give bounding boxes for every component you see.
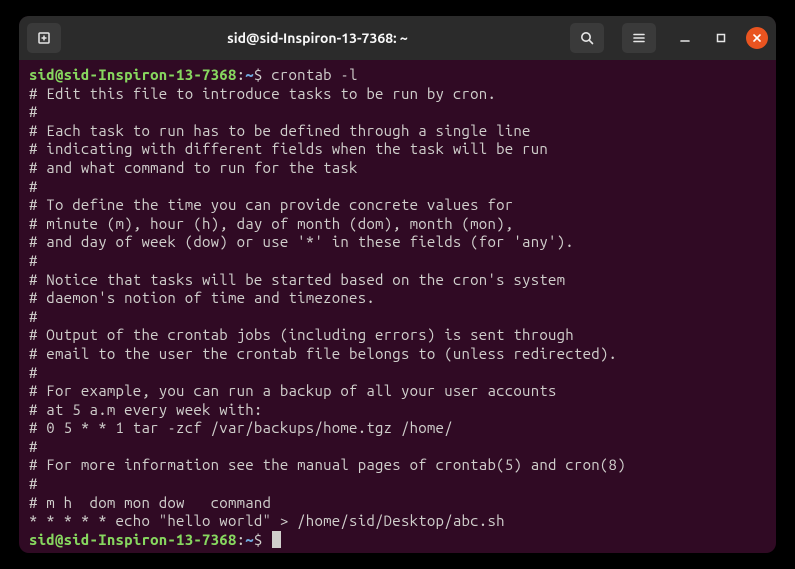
terminal-window: sid@sid-Inspiron-13-7368: ~ <box>19 16 776 553</box>
output-line: # <box>29 103 38 120</box>
prompt-line-1: sid@sid-Inspiron-13-7368:~$ crontab -l <box>29 66 358 83</box>
new-tab-button[interactable] <box>27 23 61 53</box>
close-icon <box>752 33 762 43</box>
output-line: # For more information see the manual pa… <box>29 456 626 473</box>
titlebar: sid@sid-Inspiron-13-7368: ~ <box>19 16 776 60</box>
output-line: # at 5 a.m every week with: <box>29 401 263 418</box>
output-line: # <box>29 475 38 492</box>
prompt-dollar: $ <box>254 531 263 548</box>
output-line: # minute (m), hour (h), day of month (do… <box>29 215 513 232</box>
search-button[interactable] <box>570 23 604 53</box>
prompt-sep: : <box>237 531 246 548</box>
output-line: # <box>29 364 38 381</box>
output-line: # <box>29 178 38 195</box>
output-line: # email to the user the crontab file bel… <box>29 345 617 362</box>
output-line: # Each task to run has to be defined thr… <box>29 122 531 139</box>
output-line: # <box>29 252 38 269</box>
maximize-button[interactable] <box>710 27 732 49</box>
window-title: sid@sid-Inspiron-13-7368: ~ <box>65 30 570 46</box>
output-line: # m h dom mon dow command <box>29 494 271 511</box>
close-button[interactable] <box>746 27 768 49</box>
titlebar-right <box>570 23 768 53</box>
output-line: * * * * * echo "hello world" > /home/sid… <box>29 512 505 529</box>
prompt-line-2: sid@sid-Inspiron-13-7368:~$ <box>29 531 281 548</box>
command-1: crontab -l <box>271 66 358 83</box>
hamburger-icon <box>631 30 647 46</box>
output-line: # 0 5 * * 1 tar -zcf /var/backups/home.t… <box>29 419 453 436</box>
output-line: # <box>29 438 38 455</box>
output-line: # Output of the crontab jobs (including … <box>29 326 574 343</box>
output-line: # <box>29 308 38 325</box>
search-icon <box>579 30 595 46</box>
new-tab-icon <box>36 30 52 46</box>
output-line: # and day of week (dow) or use '*' in th… <box>29 233 574 250</box>
output-line: # and what command to run for the task <box>29 159 358 176</box>
minimize-button[interactable] <box>674 27 696 49</box>
prompt-userhost: sid@sid-Inspiron-13-7368 <box>29 531 237 548</box>
output-line: # Edit this file to introduce tasks to b… <box>29 85 496 102</box>
prompt-userhost: sid@sid-Inspiron-13-7368 <box>29 66 237 83</box>
prompt-path: ~ <box>245 531 254 548</box>
output-line: # To define the time you can provide con… <box>29 196 513 213</box>
minimize-icon <box>679 32 691 44</box>
prompt-dollar: $ <box>254 66 263 83</box>
output-line: # Notice that tasks will be started base… <box>29 271 565 288</box>
output-line: # indicating with different fields when … <box>29 140 548 157</box>
cursor <box>272 531 281 548</box>
prompt-sep: : <box>237 66 246 83</box>
maximize-icon <box>715 32 727 44</box>
menu-button[interactable] <box>622 23 656 53</box>
output-line: # daemon's notion of time and timezones. <box>29 289 375 306</box>
prompt-path: ~ <box>245 66 254 83</box>
terminal-body[interactable]: sid@sid-Inspiron-13-7368:~$ crontab -l #… <box>19 60 776 553</box>
output-line: # For example, you can run a backup of a… <box>29 382 557 399</box>
